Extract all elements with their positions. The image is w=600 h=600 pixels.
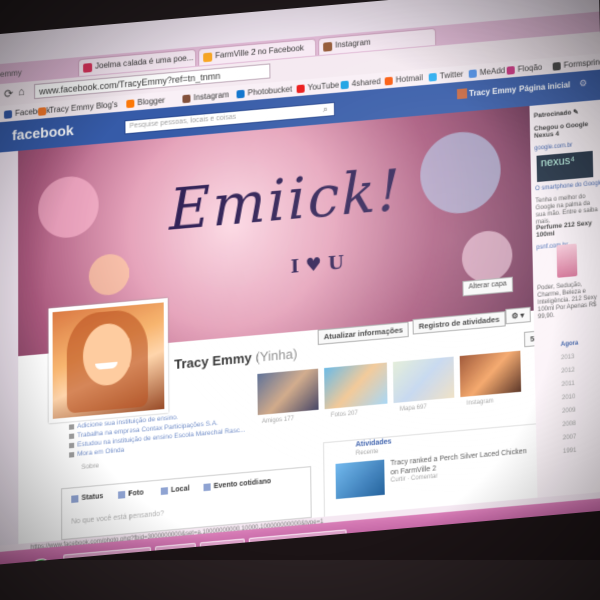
perfume-ad-image[interactable] <box>557 244 578 278</box>
photos-thumbnail[interactable] <box>324 363 387 410</box>
pencil-icon <box>71 495 78 503</box>
cover-subtext: I ♥ U <box>290 252 343 278</box>
bookmark-favicon-icon <box>182 94 190 103</box>
friends-thumbnail[interactable] <box>257 369 318 415</box>
bookmark-favicon-icon <box>469 69 477 78</box>
bookmark-favicon-icon <box>126 99 134 108</box>
instagram-thumbnail[interactable] <box>460 351 521 397</box>
settings-button[interactable]: ⚙ ▾ <box>505 307 530 325</box>
taskbar-app-icon <box>253 541 261 550</box>
bokeh-light <box>38 174 99 240</box>
instagram-icon <box>323 42 332 52</box>
ad-text: Poder, Sedução, Charme, Beleza e Intelig… <box>537 280 600 321</box>
bookmark-favicon-icon <box>297 84 305 93</box>
flag-icon <box>203 483 210 491</box>
bookmark-favicon-icon <box>507 66 515 75</box>
home-icon[interactable]: ⌂ <box>18 86 25 99</box>
bokeh-light <box>462 229 513 284</box>
avatar[interactable] <box>457 88 467 99</box>
profile-picture[interactable] <box>49 298 169 423</box>
taskbar-label: Windows Media Player <box>264 534 337 548</box>
tab-favicon-icon <box>83 63 92 73</box>
taskbar-app-icon <box>159 549 167 558</box>
timeline-nav: Agora 2013 2012 2011 2010 2009 2008 2007 1991 <box>561 335 600 459</box>
photo-label: Foto <box>128 489 143 498</box>
bookmark-favicon-icon <box>341 81 349 90</box>
bokeh-light <box>89 253 130 297</box>
info-bullet-icon <box>69 424 74 430</box>
bookmark-favicon-icon <box>4 110 12 119</box>
gear-icon[interactable]: ⚙ <box>579 78 587 90</box>
location-icon <box>161 487 168 495</box>
bokeh-light <box>420 129 502 217</box>
info-bullet-icon <box>69 433 74 439</box>
cover-handwriting: Emiick! <box>169 158 403 244</box>
activity-thumbnail[interactable] <box>336 460 385 500</box>
farmville-icon <box>203 52 212 62</box>
tab-label: Instagram <box>335 38 371 50</box>
window-title: emmy <box>0 68 22 79</box>
bookmark-favicon-icon <box>237 90 245 99</box>
taskbar-app-icon <box>204 545 212 554</box>
reload-icon[interactable]: ⟳ <box>4 87 13 101</box>
monitor-bezel-bottom <box>0 560 600 600</box>
nexus-ad-image[interactable]: nexus⁴ <box>537 151 594 182</box>
monitor-screen: emmy Joelma calada é uma poe... FarmVill… <box>0 0 600 564</box>
bookmark-favicon-icon <box>38 107 46 116</box>
map-thumbnail[interactable] <box>393 357 454 403</box>
info-bullet-icon <box>69 443 74 449</box>
search-icon[interactable]: ⌕ <box>323 104 328 116</box>
bookmark-favicon-icon <box>385 77 393 86</box>
bookmark-favicon-icon <box>429 73 437 82</box>
bookmark-favicon-icon <box>553 62 561 71</box>
taskbar-item[interactable] <box>200 538 245 559</box>
camera-icon <box>118 491 125 499</box>
timeline-years-list: 2013 2012 2011 2010 2009 2008 2007 1991 <box>561 349 600 460</box>
info-bullet-icon <box>69 452 74 458</box>
